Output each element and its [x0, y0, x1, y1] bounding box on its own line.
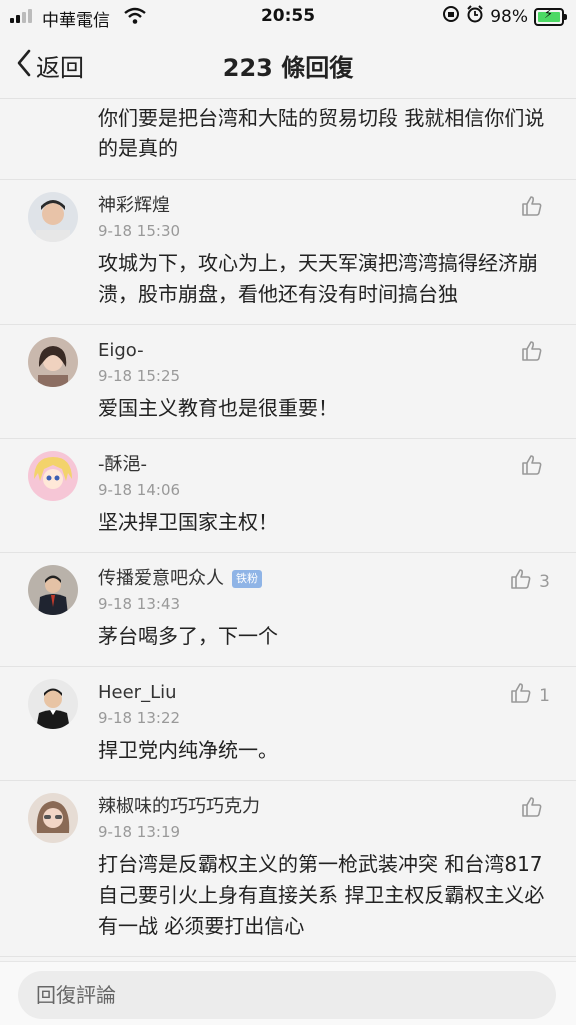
fan-badge: 铁粉 [232, 570, 262, 588]
like-button[interactable] [520, 453, 550, 482]
rotation-lock-icon [442, 5, 460, 28]
comment-text: 爱国主义教育也是很重要！ [98, 396, 338, 420]
battery-icon: ⚡ [534, 7, 567, 26]
username[interactable]: Heer_Liu [98, 679, 177, 707]
thumbs-up-icon [520, 795, 544, 824]
like-button[interactable] [520, 795, 550, 824]
thumbs-up-icon [520, 194, 544, 223]
like-count: 3 [539, 571, 550, 592]
thumbs-up-icon [520, 339, 544, 368]
like-button[interactable] [520, 339, 550, 368]
timestamp: 9-18 13:22 [98, 709, 181, 727]
alarm-icon [466, 5, 484, 28]
like-count: 1 [539, 685, 550, 706]
comment-list[interactable]: 你们要是把台湾和大陆的贸易切段 我就相信你们说的是真的 神彩辉煌 9-18 15… [0, 99, 576, 961]
username[interactable]: -酥浥- [98, 451, 147, 479]
avatar[interactable] [28, 565, 78, 615]
username[interactable]: Eigo- [98, 337, 144, 365]
like-button[interactable]: 3 [509, 567, 550, 596]
nav-bar: 返回 223 條回復 [0, 34, 576, 99]
timestamp: 9-18 15:30 [98, 222, 181, 240]
username[interactable]: 神彩辉煌 [98, 192, 170, 220]
battery-percent: 98% [490, 6, 528, 27]
timestamp: 9-18 13:43 [98, 595, 181, 613]
username[interactable]: 辣椒味的巧巧巧克力 [98, 793, 260, 821]
like-button[interactable] [520, 194, 550, 223]
status-bar: 中華電信 20:55 98% ⚡ [0, 0, 576, 34]
page-title: 223 條回復 [222, 54, 354, 82]
reply-bar: 回復評論 [0, 961, 576, 1025]
comment-text: 攻城为下，攻心为上，天天军演把湾湾搞得经济崩溃，股市崩盘，看他还有没有时间搞台独 [98, 251, 538, 306]
thumbs-up-icon [520, 453, 544, 482]
comment-text-continued: 你们要是把台湾和大陆的贸易切段 我就相信你们说的是真的 [0, 99, 576, 180]
avatar[interactable] [28, 451, 78, 501]
timestamp: 9-18 14:06 [98, 481, 181, 499]
avatar[interactable] [28, 793, 78, 843]
comment-item[interactable]: Eigo- 9-18 15:25 爱国主义教育也是很重要！ [0, 325, 576, 439]
like-button[interactable]: 1 [509, 681, 550, 710]
avatar[interactable] [28, 337, 78, 387]
comment-item[interactable]: Heer_Liu 9-18 13:22 捍卫党内纯净统一。 1 [0, 667, 576, 781]
comment-text: 打台湾是反霸权主义的第一枪武装冲突 和台湾817 自己要引火上身有直接关系 捍卫… [98, 852, 545, 938]
comment-text: 茅台喝多了，下一个 [98, 624, 278, 648]
comment-item[interactable]: 传播爱意吧众人 铁粉 9-18 13:43 茅台喝多了，下一个 3 [0, 553, 576, 667]
comment-text: 坚决捍卫国家主权！ [98, 510, 278, 534]
comment-item[interactable]: -酥浥- 9-18 14:06 坚决捍卫国家主权！ [0, 439, 576, 553]
comment-item[interactable]: 神彩辉煌 9-18 15:30 攻城为下，攻心为上，天天军演把湾湾搞得经济崩溃，… [0, 180, 576, 325]
comment-item[interactable]: 辣椒味的巧巧巧克力 9-18 13:19 打台湾是反霸权主义的第一枪武装冲突 和… [0, 781, 576, 957]
comment-text: 捍卫党内纯净统一。 [98, 738, 278, 762]
avatar[interactable] [28, 679, 78, 729]
thumbs-up-icon [509, 567, 533, 596]
timestamp: 9-18 13:19 [98, 823, 181, 841]
thumbs-up-icon [509, 681, 533, 710]
username[interactable]: 传播爱意吧众人 [98, 565, 224, 593]
timestamp: 9-18 15:25 [98, 367, 181, 385]
avatar[interactable] [28, 192, 78, 242]
reply-input[interactable]: 回復評論 [18, 971, 556, 1019]
